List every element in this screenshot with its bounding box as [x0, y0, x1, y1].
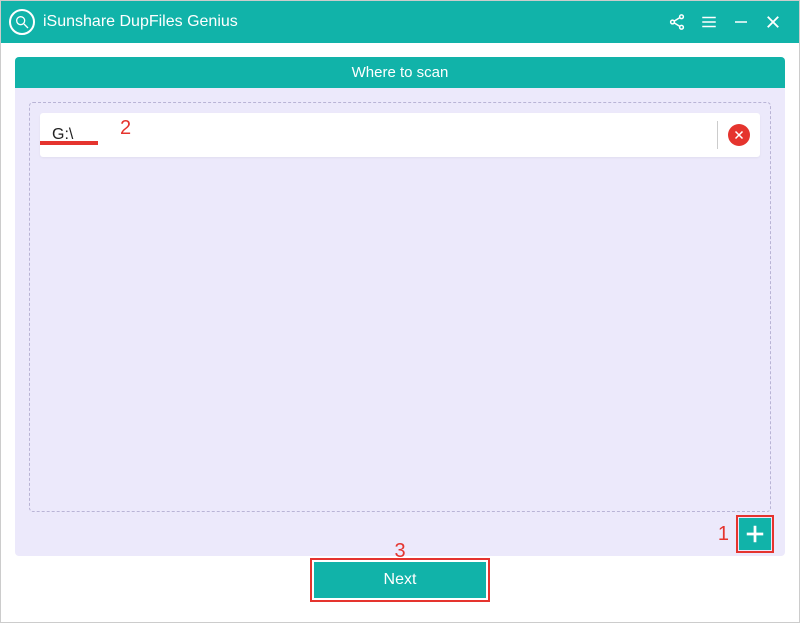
close-button[interactable]	[757, 1, 789, 43]
panel-header: Where to scan	[15, 57, 785, 88]
app-title: iSunshare DupFiles Genius	[43, 13, 238, 31]
separator	[717, 121, 718, 149]
content-area: Where to scan G:\ 2 1	[1, 43, 799, 622]
footer: 3 Next	[15, 556, 785, 614]
scan-panel: Where to scan G:\ 2 1	[15, 57, 785, 556]
annotation-callout-1: 1	[718, 523, 729, 546]
annotation-underline	[40, 141, 98, 145]
menu-button[interactable]	[693, 1, 725, 43]
next-button[interactable]: Next	[314, 562, 486, 598]
app-window: iSunshare DupFiles Genius Where to s	[0, 0, 800, 623]
share-button[interactable]	[661, 1, 693, 43]
annotation-callout-3: 3	[394, 540, 405, 563]
app-logo-icon	[9, 9, 35, 35]
path-row: G:\	[40, 113, 760, 157]
remove-path-button[interactable]	[728, 124, 750, 146]
minimize-button[interactable]	[725, 1, 757, 43]
annotation-callout-2: 2	[120, 117, 131, 140]
add-path-button[interactable]	[739, 518, 771, 550]
title-bar: iSunshare DupFiles Genius	[1, 1, 799, 43]
scan-path-dropzone[interactable]: G:\ 2	[29, 102, 771, 512]
